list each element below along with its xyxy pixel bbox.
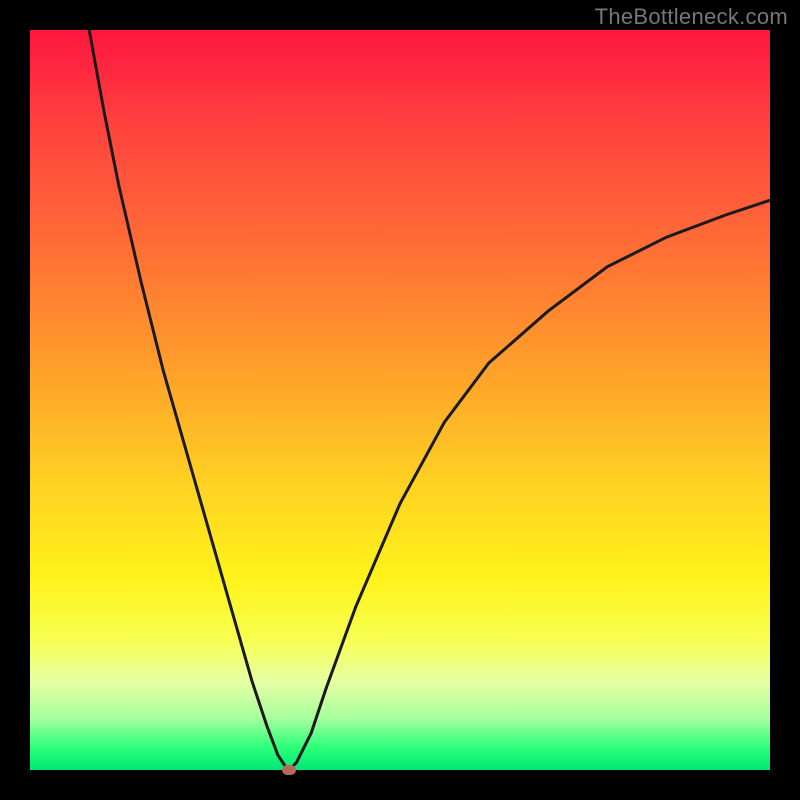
- plot-area: [30, 30, 770, 770]
- curve-svg: [30, 30, 770, 770]
- bottleneck-curve-path: [89, 30, 770, 770]
- watermark-text: TheBottleneck.com: [595, 4, 788, 30]
- optimal-point-marker: [282, 765, 296, 775]
- chart-frame: TheBottleneck.com: [0, 0, 800, 800]
